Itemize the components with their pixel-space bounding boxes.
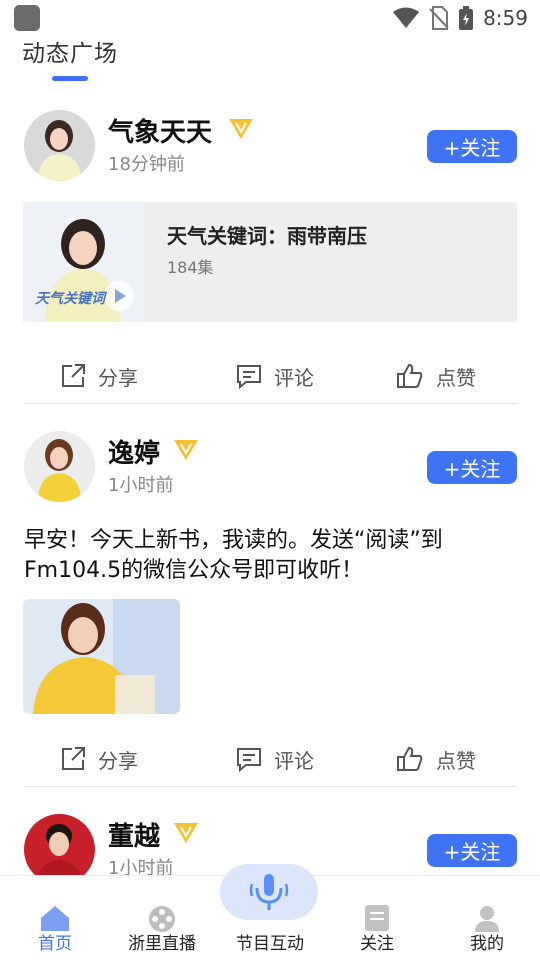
comment-icon (237, 365, 261, 389)
post-text-line: 早安！今天上新书，我读的。发送“阅读”到 (24, 528, 443, 553)
follow-list-icon (365, 905, 389, 931)
nav-live[interactable]: 浙里直播 (117, 876, 207, 960)
post-time: 1小时前 (108, 475, 174, 496)
wifi-icon (393, 7, 420, 28)
comment-label: 评论 (274, 748, 314, 773)
avatar[interactable] (24, 431, 95, 502)
battery-charging-icon (459, 6, 474, 30)
share-icon (62, 747, 85, 770)
app-notification-icon (14, 5, 40, 31)
divider (24, 403, 517, 404)
thumbs-up-icon (397, 363, 423, 388)
program-thumbnail: 天气关键词 (23, 202, 143, 322)
program-thumb-caption: 天气关键词 (35, 291, 105, 307)
share-icon (62, 364, 85, 387)
author-name[interactable]: 逸婷 (108, 433, 160, 470)
post-text-line: Fm104.5的微信公众号即可收听！ (24, 558, 364, 583)
comment-button[interactable]: 评论 (236, 354, 314, 398)
like-label: 点赞 (436, 365, 476, 390)
nav-follow[interactable]: 关注 (342, 876, 412, 960)
share-label: 分享 (98, 365, 138, 390)
nav-label: 浙里直播 (128, 934, 196, 954)
tab-indicator (52, 76, 88, 81)
nav-label: 关注 (360, 934, 394, 954)
vip-badge-icon (174, 440, 198, 460)
nav-home[interactable]: 首页 (20, 876, 90, 960)
share-label: 分享 (98, 748, 138, 773)
post-text: 早安！今天上新书，我读的。发送“阅读”到 Fm104.5的微信公众号即可收听！ (24, 526, 519, 586)
author-name[interactable]: 气象天天 (108, 112, 212, 149)
share-button[interactable]: 分享 (60, 354, 138, 398)
microphone-button[interactable] (220, 864, 318, 920)
microphone-icon (249, 874, 289, 910)
status-time: 8:59 (483, 6, 528, 30)
bottom-navigation: 首页 浙里直播 节目互动 关注 我的 (0, 864, 540, 960)
nav-mine[interactable]: 我的 (452, 876, 522, 960)
comment-label: 评论 (274, 365, 314, 390)
program-episode-count: 184集 (167, 258, 214, 277)
follow-button[interactable]: +关注 (427, 130, 517, 163)
no-sim-icon (429, 6, 449, 30)
nav-label: 节目互动 (236, 934, 304, 954)
author-name[interactable]: 董越 (108, 816, 160, 853)
comment-icon (237, 748, 261, 772)
post-actions: 分享 评论 点赞 (0, 354, 540, 398)
post-actions: 分享 评论 点赞 (0, 737, 540, 781)
vip-badge-icon (174, 823, 198, 843)
follow-button[interactable]: +关注 (427, 451, 517, 484)
like-button[interactable]: 点赞 (396, 737, 476, 781)
share-button[interactable]: 分享 (60, 737, 138, 781)
status-bar: 8:59 (0, 0, 540, 34)
program-card[interactable]: 天气关键词 天气关键词：雨带南压 184集 (23, 202, 517, 322)
post-image[interactable] (23, 599, 180, 714)
nav-label: 首页 (38, 934, 72, 954)
divider (24, 786, 517, 787)
comment-button[interactable]: 评论 (236, 737, 314, 781)
like-label: 点赞 (436, 748, 476, 773)
program-title: 天气关键词：雨带南压 (167, 224, 367, 248)
avatar[interactable] (24, 110, 95, 181)
thumbs-up-icon (397, 746, 423, 771)
user-icon (475, 906, 499, 932)
status-indicators: 8:59 (393, 5, 528, 31)
nav-label: 我的 (470, 934, 504, 954)
tab-dynamic-square[interactable]: 动态广场 (22, 34, 118, 81)
vip-badge-icon (229, 119, 253, 139)
follow-button[interactable]: +关注 (427, 834, 517, 867)
post-time: 18分钟前 (108, 154, 185, 175)
like-button[interactable]: 点赞 (396, 354, 476, 398)
tab-label: 动态广场 (22, 41, 118, 67)
home-icon (41, 906, 69, 931)
